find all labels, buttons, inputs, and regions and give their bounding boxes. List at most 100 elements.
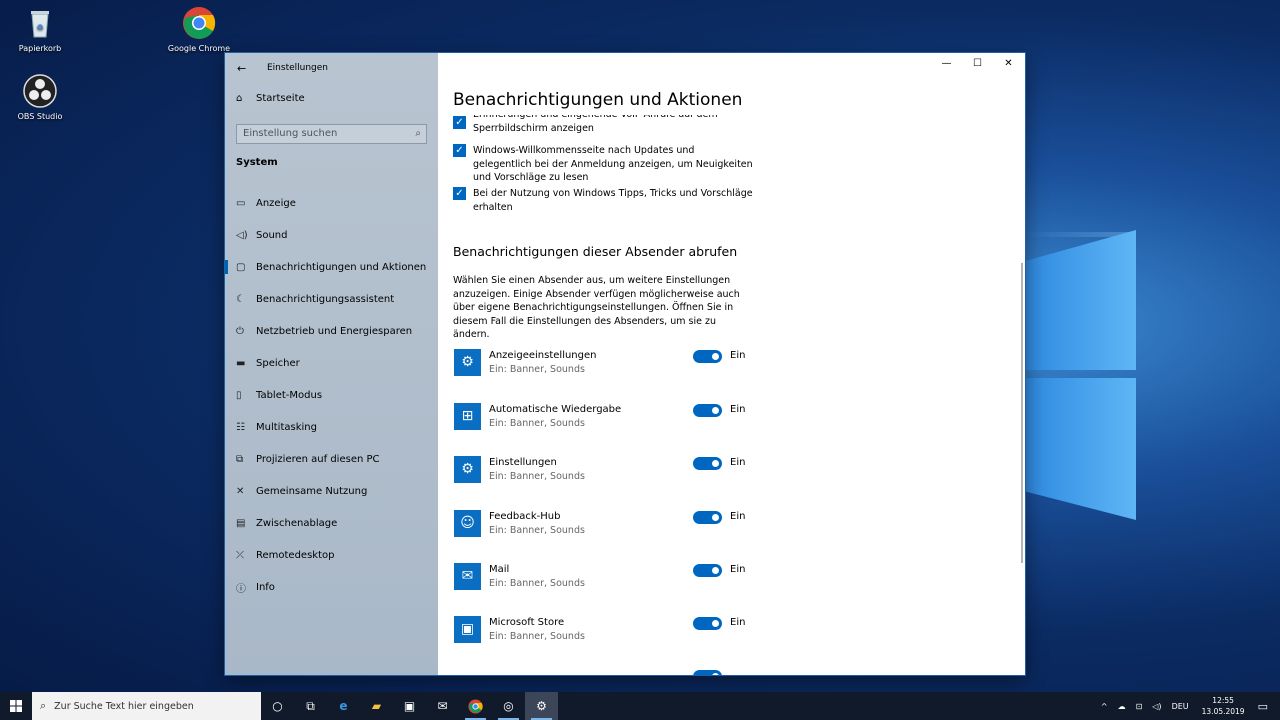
app-row-feedback-hub[interactable]: ☺ Feedback-Hub Ein: Banner, Sounds Ein — [453, 510, 753, 540]
settings-taskbar-icon[interactable]: ⚙ — [525, 692, 558, 720]
cortana-icon[interactable]: ○ — [261, 692, 294, 720]
sidebar-item-speicher[interactable]: ▬ Speicher — [225, 347, 438, 379]
app-row-autoplay[interactable]: ⊞ Automatische Wiedergabe Ein: Banner, S… — [453, 403, 753, 433]
settings-search-input[interactable]: Einstellung suchen ⌕ — [236, 124, 427, 144]
minimize-button[interactable]: — — [931, 53, 962, 75]
back-arrow-icon[interactable]: ← — [237, 62, 253, 75]
sidebar-item-label: Projizieren auf diesen PC — [256, 453, 380, 465]
nav-home-label: Startseite — [256, 93, 305, 104]
checkbox-voip[interactable]: ✓ Erinnerungen und eingehende VoIP-Anruf… — [453, 115, 753, 139]
app-row-mail[interactable]: ✉ Mail Ein: Banner, Sounds Ein — [453, 563, 753, 593]
desktop-icon-chrome[interactable]: Google Chrome — [164, 6, 234, 53]
clock-date: 13.05.2019 — [1201, 707, 1245, 716]
home-icon: ⌂ — [236, 93, 243, 104]
toggle-label: Ein — [730, 511, 746, 522]
speaker-icon: ◁) — [236, 229, 248, 241]
sidebar-item-label: Anzeige — [256, 197, 296, 209]
notification-icon[interactable]: ▭ — [1258, 700, 1268, 713]
toggle-switch[interactable] — [693, 457, 722, 470]
checkbox-label: Erinnerungen und eingehende VoIP-Anrufe … — [473, 115, 718, 134]
window-title: Einstellungen — [267, 63, 329, 73]
nav-home[interactable]: ⌂ Startseite — [236, 93, 305, 104]
checkbox-checked-icon[interactable]: ✓ — [453, 187, 466, 200]
sidebar-item-anzeige[interactable]: ▭ Anzeige — [225, 187, 438, 219]
sidebar-item-zwischenablage[interactable]: ▤ Zwischenablage — [225, 507, 438, 539]
toggle-switch-partial[interactable] — [693, 670, 722, 675]
power-icon: ⏻ — [236, 325, 244, 337]
remote-icon: ⤫ — [236, 549, 244, 561]
chevron-up-icon[interactable]: ^ — [1101, 702, 1108, 711]
task-view-icon[interactable]: ⧉ — [294, 692, 327, 720]
maximize-button[interactable]: ☐ — [962, 53, 993, 75]
sidebar-item-projizieren[interactable]: ⧉ Projizieren auf diesen PC — [225, 443, 438, 475]
sidebar-item-info[interactable]: ⓘ Info — [225, 571, 438, 603]
desktop-icon-obs[interactable]: OBS Studio — [5, 74, 75, 121]
chrome-taskbar-icon[interactable] — [459, 692, 492, 720]
app-name: Automatische Wiedergabe — [489, 404, 622, 415]
taskbar-search-placeholder: Zur Suche Text hier eingeben — [54, 700, 194, 712]
volume-icon[interactable]: ◁) — [1152, 702, 1161, 711]
checkbox-tips[interactable]: ✓ Bei der Nutzung von Windows Tipps, Tri… — [453, 187, 753, 214]
sidebar-item-benachrichtigungen[interactable]: ▢ Benachrichtigungen und Aktionen — [225, 251, 438, 283]
chrome-icon — [182, 6, 216, 40]
checkbox-checked-icon[interactable]: ✓ — [453, 116, 466, 129]
sidebar-item-label: Gemeinsame Nutzung — [256, 485, 368, 497]
toggle-label: Ein — [730, 404, 746, 415]
app-status: Ein: Banner, Sounds — [489, 578, 585, 589]
mail-icon[interactable]: ✉ — [426, 692, 459, 720]
sidebar-item-label: Sound — [256, 229, 288, 241]
drive-icon: ▬ — [236, 357, 246, 369]
system-tray: ^ ☁ ⊡ ◁) DEU 12:55 13.05.2019 ▭ — [1096, 692, 1280, 720]
app-row-microsoft-store[interactable]: ▣ Microsoft Store Ein: Banner, Sounds Ei… — [453, 616, 753, 646]
nav-list: ▭ Anzeige ◁) Sound ▢ Benachrichtigungen und… — [225, 187, 438, 603]
settings-window: ← Einstellungen ⌂ Startseite Einstellung… — [225, 53, 1025, 675]
toggle-switch[interactable] — [693, 350, 722, 363]
senders-description: Wählen Sie einen Absender aus, um weiter… — [453, 275, 740, 340]
network-icon[interactable]: ⊡ — [1136, 702, 1143, 711]
app-row-einstellungen[interactable]: ⚙ Einstellungen Ein: Banner, Sounds Ein — [453, 456, 753, 486]
gear-icon: ⚙ — [454, 349, 481, 376]
sidebar-item-label: Speicher — [256, 357, 300, 369]
edge-icon[interactable]: e — [327, 692, 360, 720]
store-icon[interactable]: ▣ — [393, 692, 426, 720]
toggle-label: Ein — [730, 564, 746, 575]
obs-icon — [23, 74, 57, 108]
sidebar: ← Einstellungen ⌂ Startseite Einstellung… — [225, 53, 438, 675]
file-explorer-icon[interactable]: ▰ — [360, 692, 393, 720]
toggle-switch[interactable] — [693, 404, 722, 417]
sidebar-item-tablet[interactable]: ▯ Tablet-Modus — [225, 379, 438, 411]
sidebar-item-netzbetrieb[interactable]: ⏻ Netzbetrieb und Energiesparen — [225, 315, 438, 347]
sidebar-item-sound[interactable]: ◁) Sound — [225, 219, 438, 251]
app-status: Ein: Banner, Sounds — [489, 631, 585, 642]
toggle-switch[interactable] — [693, 511, 722, 524]
clock-time: 12:55 — [1212, 696, 1234, 705]
close-button[interactable]: ✕ — [993, 53, 1024, 75]
cloud-icon[interactable]: ☁ — [1118, 702, 1126, 711]
app-row-anzeigeeinstellungen[interactable]: ⚙ Anzeigeeinstellungen Ein: Banner, Soun… — [453, 349, 753, 379]
app-status: Ein: Banner, Sounds — [489, 525, 585, 536]
clock[interactable]: 12:55 13.05.2019 — [1202, 695, 1245, 717]
message-icon: ▢ — [236, 261, 246, 273]
desktop-icon-recycle-bin[interactable]: ♻ Papierkorb — [5, 6, 75, 53]
toggle-switch[interactable] — [693, 564, 722, 577]
sidebar-item-multitasking[interactable]: ☷ Multitasking — [225, 411, 438, 443]
start-button[interactable] — [0, 692, 32, 720]
moon-icon: ☾ — [236, 293, 245, 305]
toggle-switch[interactable] — [693, 617, 722, 630]
language-indicator[interactable]: DEU — [1172, 702, 1189, 711]
checkbox-label: Windows-Willkommensseite nach Updates un… — [473, 145, 753, 183]
sidebar-item-remotedesktop[interactable]: ⤫ Remotedesktop — [225, 539, 438, 571]
taskbar-search-input[interactable]: ⌕ Zur Suche Text hier eingeben — [32, 692, 261, 720]
sidebar-item-label: Benachrichtigungen und Aktionen — [256, 261, 427, 273]
checkbox-checked-icon[interactable]: ✓ — [453, 144, 466, 157]
search-icon: ⌕ — [40, 699, 47, 712]
app-name: Einstellungen — [489, 457, 557, 468]
obs-taskbar-icon[interactable]: ◎ — [492, 692, 525, 720]
checkbox-welcome[interactable]: ✓ Windows-Willkommensseite nach Updates … — [453, 144, 753, 185]
tablet-icon: ▯ — [236, 389, 242, 401]
sidebar-item-assistent[interactable]: ☾ Benachrichtigungsassistent — [225, 283, 438, 315]
clipboard-icon: ▤ — [236, 517, 246, 529]
sidebar-item-gemeinsam[interactable]: ✕ Gemeinsame Nutzung — [225, 475, 438, 507]
sidebar-item-label: Benachrichtigungsassistent — [256, 293, 395, 305]
scrollbar[interactable] — [1021, 263, 1023, 563]
